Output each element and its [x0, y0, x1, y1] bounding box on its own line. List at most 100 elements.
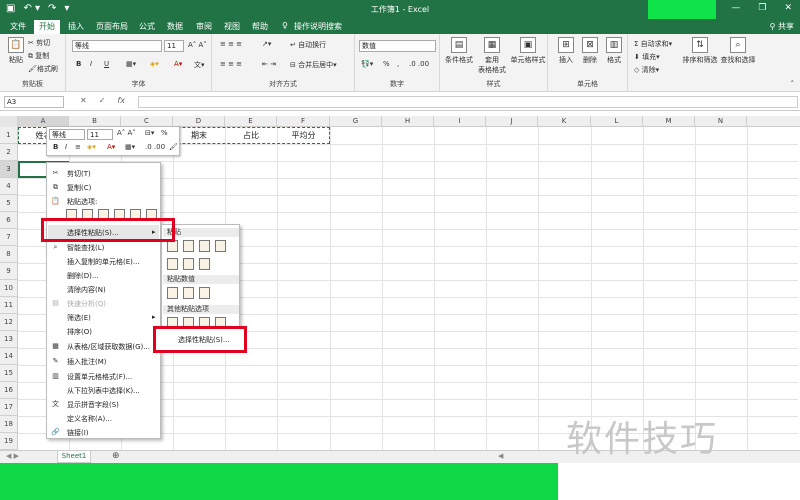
- cell-styles-button[interactable]: ▣ 单元格样式: [510, 37, 546, 65]
- font-color-icon[interactable]: A▾: [174, 60, 182, 68]
- cell-e1[interactable]: 占比: [225, 127, 277, 144]
- mini-bold-button[interactable]: B: [53, 143, 58, 151]
- menu-clear-contents[interactable]: 清除内容(N): [67, 285, 106, 295]
- column-header-g[interactable]: G: [330, 116, 382, 127]
- sheet-tab-sheet1[interactable]: Sheet1: [57, 451, 91, 463]
- menu-link[interactable]: 链接(I): [67, 428, 89, 438]
- sub-formulas-icon[interactable]: [183, 240, 194, 252]
- menu-insert-copied[interactable]: 插入复制的单元格(E)...: [67, 257, 140, 267]
- column-header-k[interactable]: K: [538, 116, 591, 127]
- tab-insert[interactable]: 插入: [68, 21, 84, 32]
- mini-percent-button[interactable]: %: [161, 129, 168, 137]
- close-icon[interactable]: ✕: [784, 3, 792, 13]
- cell-d1[interactable]: 期末: [173, 127, 225, 144]
- add-sheet-icon[interactable]: ⊕: [112, 451, 120, 461]
- sort-filter-button[interactable]: ⇅ 排序和筛选: [682, 37, 718, 65]
- column-header-m[interactable]: M: [643, 116, 695, 127]
- mini-italic-button[interactable]: I: [65, 143, 67, 151]
- comma-button[interactable]: ,: [397, 60, 399, 68]
- grow-shrink-font-icon[interactable]: A˄ A˅: [188, 41, 207, 49]
- share-button[interactable]: ⚲ 共享: [770, 21, 794, 32]
- row-header-14[interactable]: 14: [0, 348, 18, 365]
- menu-insert-comment[interactable]: 插入批注(M): [67, 357, 107, 367]
- menu-define-name[interactable]: 定义名称(A)...: [67, 414, 112, 424]
- merge-center-button[interactable]: ⊟ 合并后居中▾: [290, 60, 337, 70]
- autosum-button[interactable]: Σ 自动求和▾: [634, 39, 672, 49]
- menu-sort[interactable]: 排序(O): [67, 327, 92, 337]
- insert-function-button[interactable]: fx: [117, 96, 125, 105]
- cancel-icon[interactable]: ✕: [80, 96, 87, 105]
- menu-copy[interactable]: 复制(C): [67, 183, 91, 193]
- formula-input[interactable]: [138, 96, 798, 108]
- mini-font-color-icon[interactable]: A▾: [107, 143, 115, 151]
- copy-button[interactable]: ⧉ 复制: [28, 51, 49, 61]
- percent-button[interactable]: %: [383, 60, 390, 68]
- restore-icon[interactable]: ❐: [758, 3, 766, 13]
- tab-view[interactable]: 视图: [224, 21, 240, 32]
- clear-button[interactable]: ◇ 清除▾: [634, 65, 659, 75]
- mini-size-select[interactable]: 11: [87, 129, 113, 140]
- sheet-nav-icon[interactable]: ◀ ▶: [6, 452, 19, 460]
- mini-font-select[interactable]: 等线: [49, 129, 85, 140]
- column-header-e[interactable]: E: [225, 116, 277, 127]
- mini-grow-font-icon[interactable]: A˄ A˅: [117, 129, 136, 137]
- row-header-6[interactable]: 6: [0, 212, 18, 229]
- sub-values-icon[interactable]: [167, 287, 178, 299]
- sub-keep-source-icon[interactable]: [215, 240, 226, 252]
- minimize-icon[interactable]: —: [731, 3, 740, 13]
- paste-button[interactable]: 📋 粘贴: [2, 37, 30, 65]
- row-header-9[interactable]: 9: [0, 263, 18, 280]
- fill-color-icon[interactable]: ◈▾: [150, 60, 159, 68]
- row-header-15[interactable]: 15: [0, 365, 18, 382]
- left-align-icon[interactable]: ≡ ≡ ≡: [220, 60, 242, 68]
- format-cells-button[interactable]: ▥ 格式: [600, 37, 628, 65]
- row-header-11[interactable]: 11: [0, 297, 18, 314]
- select-all-corner[interactable]: [0, 116, 18, 127]
- menu-pick-from-list[interactable]: 从下拉列表中选择(K)...: [67, 386, 140, 396]
- sub-values-number-icon[interactable]: [183, 287, 194, 299]
- tab-review[interactable]: 审阅: [196, 21, 212, 32]
- row-header-19[interactable]: 19: [0, 433, 18, 450]
- tab-help[interactable]: 帮助: [252, 21, 268, 32]
- top-align-icon[interactable]: ≡ ≡ ≡: [220, 40, 242, 48]
- bold-button[interactable]: B: [76, 60, 81, 68]
- row-header-10[interactable]: 10: [0, 280, 18, 297]
- menu-smart-lookup[interactable]: 智能查找(L): [67, 243, 104, 253]
- collapse-ribbon-icon[interactable]: ˄: [791, 80, 795, 88]
- row-header-18[interactable]: 18: [0, 416, 18, 433]
- column-header-n[interactable]: N: [695, 116, 747, 127]
- hscroll-left-icon[interactable]: ◀: [498, 452, 503, 460]
- fill-button[interactable]: ⬇ 填充▾: [634, 52, 660, 62]
- decimal-icon[interactable]: .0 .00: [409, 60, 429, 68]
- mini-border-icon[interactable]: ▦▾: [125, 143, 135, 151]
- conditional-format-button[interactable]: ▤ 条件格式: [444, 37, 474, 65]
- row-header-8[interactable]: 8: [0, 246, 18, 263]
- tab-file[interactable]: 文件: [10, 21, 26, 32]
- border-icon[interactable]: ▦▾: [126, 60, 136, 68]
- italic-button[interactable]: I: [90, 60, 92, 68]
- name-box[interactable]: A3: [4, 96, 64, 108]
- tab-data[interactable]: 数据: [167, 21, 183, 32]
- mini-currency-icon[interactable]: ⊟▾: [145, 129, 154, 137]
- wrap-text-button[interactable]: ↵ 自动换行: [290, 40, 326, 50]
- column-header-d[interactable]: D: [173, 116, 225, 127]
- tell-me-search[interactable]: 操作说明搜索: [294, 21, 342, 32]
- row-header-4[interactable]: 4: [0, 178, 18, 195]
- sub-keep-width-icon[interactable]: [183, 258, 194, 270]
- column-header-h[interactable]: H: [382, 116, 434, 127]
- menu-delete[interactable]: 删除(D)...: [67, 271, 99, 281]
- currency-icon[interactable]: 💱▾: [361, 60, 373, 68]
- row-header-1[interactable]: 1: [0, 127, 18, 144]
- number-format-select[interactable]: 数值: [359, 40, 436, 52]
- sub-no-borders-icon[interactable]: [167, 258, 178, 270]
- orientation-icon[interactable]: ↗▾: [262, 40, 271, 48]
- menu-cut[interactable]: 剪切(T): [67, 169, 91, 179]
- column-header-j[interactable]: J: [486, 116, 538, 127]
- sub-transpose-icon[interactable]: [199, 258, 210, 270]
- cut-button[interactable]: ✂ 剪切: [28, 38, 50, 48]
- format-painter-button[interactable]: 🖌格式刷: [28, 64, 58, 74]
- phonetic-icon[interactable]: 文▾: [194, 60, 205, 70]
- column-header-i[interactable]: I: [434, 116, 486, 127]
- enter-icon[interactable]: ✓: [99, 96, 106, 105]
- row-header-3[interactable]: 3: [0, 161, 18, 178]
